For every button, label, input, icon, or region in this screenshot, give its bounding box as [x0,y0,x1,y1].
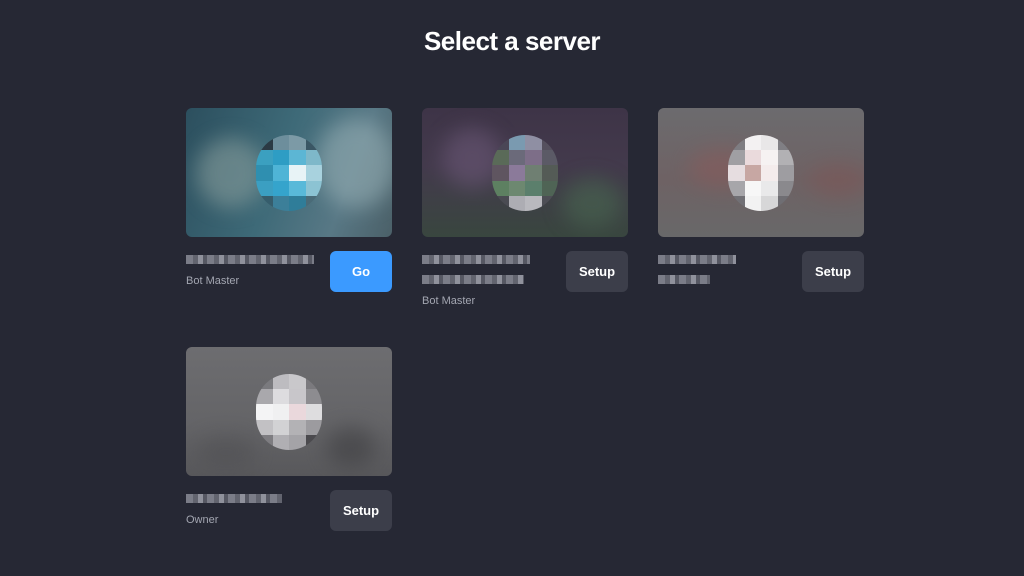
server-name-redacted [186,255,314,264]
server-card: Owner Setup [186,347,392,550]
server-name-redacted [658,275,710,284]
server-icon [728,135,794,211]
server-card: Setup [658,108,864,311]
server-banner[interactable] [186,108,392,237]
go-button[interactable]: Go [330,251,392,292]
setup-button[interactable]: Setup [802,251,864,292]
server-banner[interactable] [186,347,392,476]
server-role: Bot Master [186,275,240,287]
server-banner[interactable] [658,108,864,237]
server-icon [256,135,322,211]
server-name-redacted [186,494,282,503]
server-role: Bot Master [422,295,476,307]
setup-button[interactable]: Setup [330,490,392,531]
server-icon [256,374,322,450]
server-name-redacted [422,255,530,264]
server-role: Owner [186,514,219,526]
setup-button[interactable]: Setup [566,251,628,292]
server-name-redacted [658,255,736,264]
server-banner[interactable] [422,108,628,237]
server-name-redacted [422,275,524,284]
server-card: Bot Master Setup [422,108,628,311]
page-title: Select a server [423,26,601,56]
server-icon [492,135,558,211]
server-card: Bot Master Go [186,108,392,311]
